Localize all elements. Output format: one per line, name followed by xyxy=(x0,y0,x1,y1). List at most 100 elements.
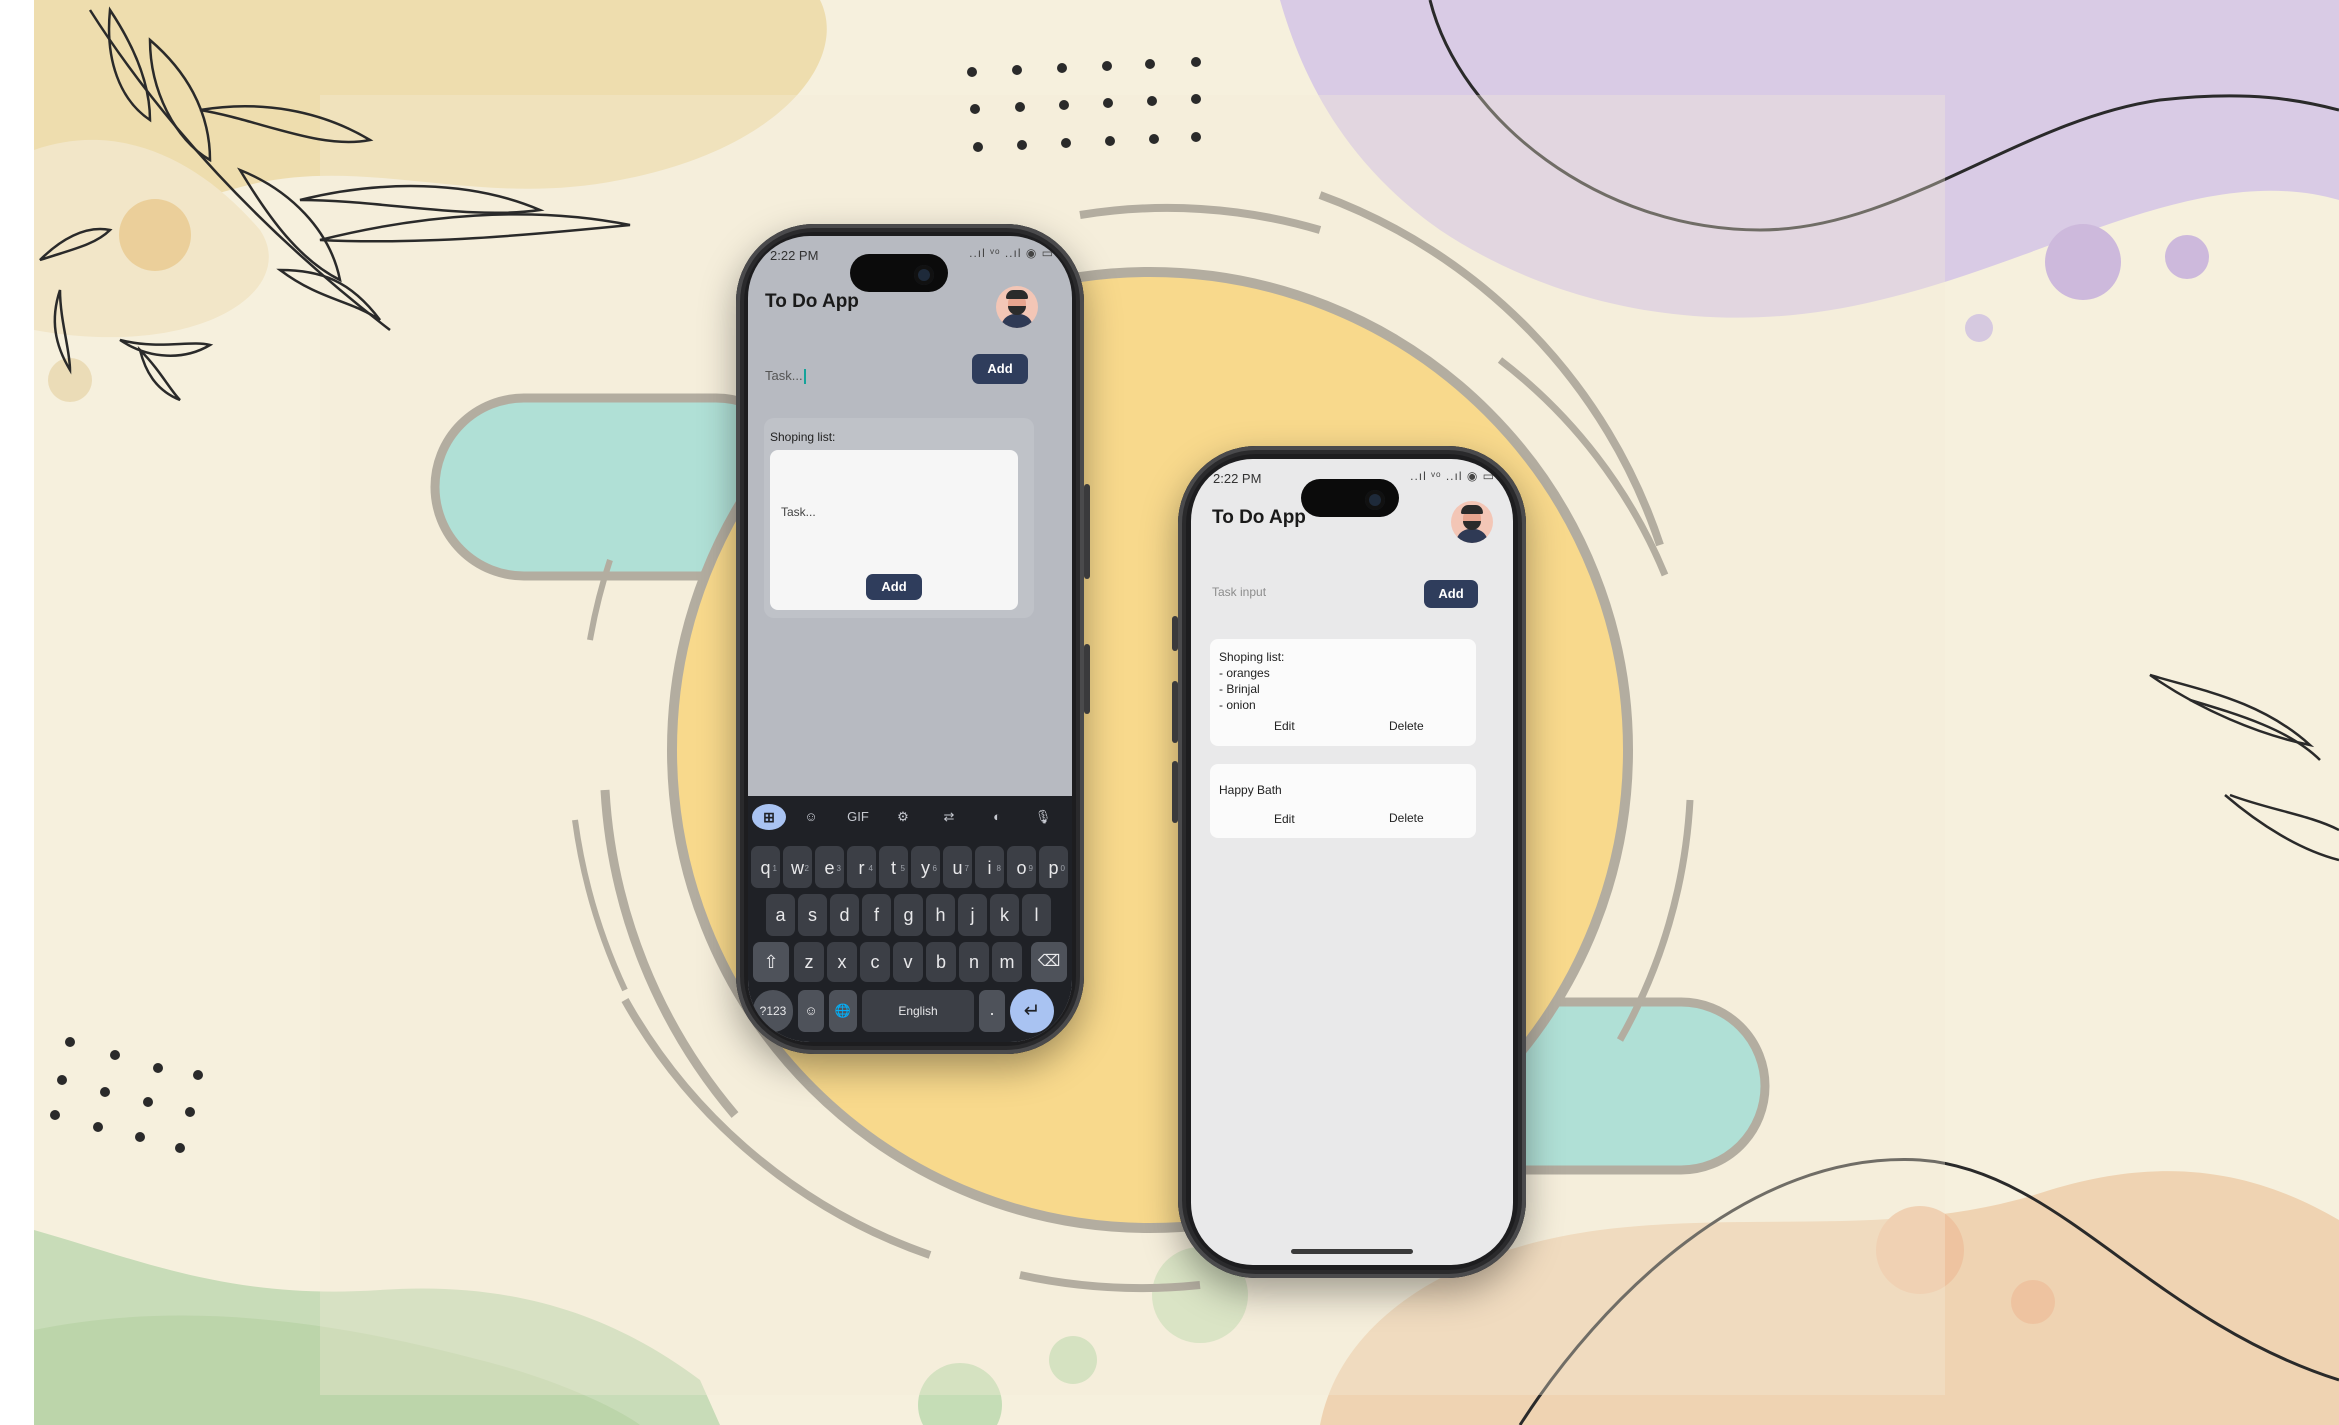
key-b[interactable]: b xyxy=(926,942,956,982)
note-line: - oranges xyxy=(1219,666,1270,680)
note-card: Happy Bath Edit Delete xyxy=(1210,764,1476,838)
key-v[interactable]: v xyxy=(893,942,923,982)
key-label: w xyxy=(791,858,804,878)
camera-icon xyxy=(1365,490,1385,510)
app-title: To Do App xyxy=(765,291,859,312)
note-line: Shoping list: xyxy=(1219,650,1285,664)
edit-card: Shoping list: Task... Add xyxy=(764,418,1034,618)
app-title: To Do App xyxy=(1212,507,1306,528)
key-hint: 8 xyxy=(996,864,1001,873)
edit-button[interactable]: Edit xyxy=(1274,719,1295,733)
on-screen-keyboard: ⊞ ☺ GIF ⚙ ⇄ ◐ 🎙 q1w2e3r4t5y6u7i8o9p0 asd… xyxy=(748,796,1072,1042)
key-f[interactable]: f xyxy=(862,894,891,936)
key-label: p xyxy=(1048,858,1059,878)
key-m[interactable]: m xyxy=(992,942,1022,982)
phone-right: 2:22 PM ..ıl ᵛᵒ ..ıl ◉ ▭ To Do App Task … xyxy=(1172,446,1526,1278)
key-label: r xyxy=(858,858,865,878)
key-hint: 0 xyxy=(1060,864,1065,873)
showcase-stage: 2:22 PM ..ıl ᵛᵒ ..ıl ◉ ▭ To Do App Task.… xyxy=(0,0,2339,1425)
avatar-person-icon[interactable] xyxy=(996,286,1038,328)
phone-side-button xyxy=(1172,761,1178,823)
gif-button[interactable]: GIF xyxy=(840,804,876,830)
phone-side-button xyxy=(1172,681,1178,743)
task-input[interactable]: Task... xyxy=(765,368,806,385)
key-r[interactable]: r4 xyxy=(847,846,876,888)
emoji-key[interactable]: ☺ xyxy=(798,990,824,1032)
key-c[interactable]: c xyxy=(860,942,890,982)
key-p[interactable]: p0 xyxy=(1039,846,1068,888)
key-q[interactable]: q1 xyxy=(751,846,780,888)
key-label: q xyxy=(760,858,771,878)
card-add-button[interactable]: Add xyxy=(866,574,922,600)
card-editor: Task... Add xyxy=(770,450,1018,610)
task-input[interactable]: Task input xyxy=(1212,585,1266,599)
home-indicator xyxy=(1291,1249,1413,1254)
key-d[interactable]: d xyxy=(830,894,859,936)
key-hint: 5 xyxy=(900,864,905,873)
key-hint: 1 xyxy=(772,864,777,873)
key-hint: 7 xyxy=(964,864,969,873)
task-input-value: Task... xyxy=(765,368,803,383)
enter-key[interactable]: ↵ xyxy=(1010,989,1054,1033)
microphone-icon[interactable]: 🎙 xyxy=(1028,804,1058,830)
key-j[interactable]: j xyxy=(958,894,987,936)
globe-key[interactable]: 🌐 xyxy=(829,990,857,1032)
key-label: t xyxy=(890,858,896,878)
delete-button[interactable]: Delete xyxy=(1389,719,1424,733)
note-line: Happy Bath xyxy=(1219,783,1282,797)
note-card: Shoping list: - oranges - Brinjal - onio… xyxy=(1210,639,1476,746)
key-n[interactable]: n xyxy=(959,942,989,982)
key-hint: 4 xyxy=(868,864,873,873)
key-o[interactable]: o9 xyxy=(1007,846,1036,888)
key-s[interactable]: s xyxy=(798,894,827,936)
edit-button[interactable]: Edit xyxy=(1274,812,1295,826)
avatar-person-icon[interactable] xyxy=(1451,501,1493,543)
key-u[interactable]: u7 xyxy=(943,846,972,888)
sticker-icon[interactable]: ☺ xyxy=(796,804,826,830)
delete-button[interactable]: Delete xyxy=(1389,811,1424,825)
key-hint: 6 xyxy=(932,864,937,873)
status-time: 2:22 PM xyxy=(770,248,819,263)
note-line: - onion xyxy=(1219,698,1256,712)
space-key[interactable]: English xyxy=(862,990,974,1032)
key-i[interactable]: i8 xyxy=(975,846,1004,888)
phone-side-button xyxy=(1084,484,1090,579)
key-k[interactable]: k xyxy=(990,894,1019,936)
card-task-input[interactable]: Task... xyxy=(781,505,816,519)
text-caret xyxy=(803,369,806,385)
key-y[interactable]: y6 xyxy=(911,846,940,888)
key-hint: 9 xyxy=(1028,864,1033,873)
key-x[interactable]: x xyxy=(827,942,857,982)
key-hint: 3 xyxy=(836,864,841,873)
phone-left-screen: 2:22 PM ..ıl ᵛᵒ ..ıl ◉ ▭ To Do App Task.… xyxy=(748,236,1072,1042)
status-icons: ..ıl ᵛᵒ ..ıl ◉ ▭ xyxy=(969,246,1054,260)
decorative-background xyxy=(0,0,2339,1425)
symbols-key[interactable]: ?123 xyxy=(753,990,793,1032)
period-key[interactable]: . xyxy=(979,990,1005,1032)
key-label: y xyxy=(921,858,930,878)
status-icons: ..ıl ᵛᵒ ..ıl ◉ ▭ xyxy=(1410,469,1495,483)
key-g[interactable]: g xyxy=(894,894,923,936)
status-time: 2:22 PM xyxy=(1213,471,1262,486)
key-hint: 2 xyxy=(804,864,809,873)
add-task-button[interactable]: Add xyxy=(972,354,1028,384)
backspace-key[interactable]: ⌫ xyxy=(1031,942,1067,982)
key-w[interactable]: w2 xyxy=(783,846,812,888)
palette-icon[interactable]: ◐ xyxy=(982,804,1012,830)
key-z[interactable]: z xyxy=(794,942,824,982)
translate-icon[interactable]: ⇄ xyxy=(934,804,964,830)
add-task-button[interactable]: Add xyxy=(1424,580,1478,608)
key-a[interactable]: a xyxy=(766,894,795,936)
key-t[interactable]: t5 xyxy=(879,846,908,888)
camera-icon xyxy=(914,265,934,285)
apps-icon[interactable]: ⊞ xyxy=(752,804,786,830)
settings-icon[interactable]: ⚙ xyxy=(888,804,918,830)
key-l[interactable]: l xyxy=(1022,894,1051,936)
dynamic-island xyxy=(1301,479,1399,517)
key-e[interactable]: e3 xyxy=(815,846,844,888)
shift-key[interactable]: ⇧ xyxy=(753,942,789,982)
key-h[interactable]: h xyxy=(926,894,955,936)
keyboard-toolbar: ⊞ ☺ GIF ⚙ ⇄ ◐ 🎙 xyxy=(748,796,1072,838)
key-label: e xyxy=(824,858,835,878)
phone-side-button xyxy=(1172,616,1178,651)
